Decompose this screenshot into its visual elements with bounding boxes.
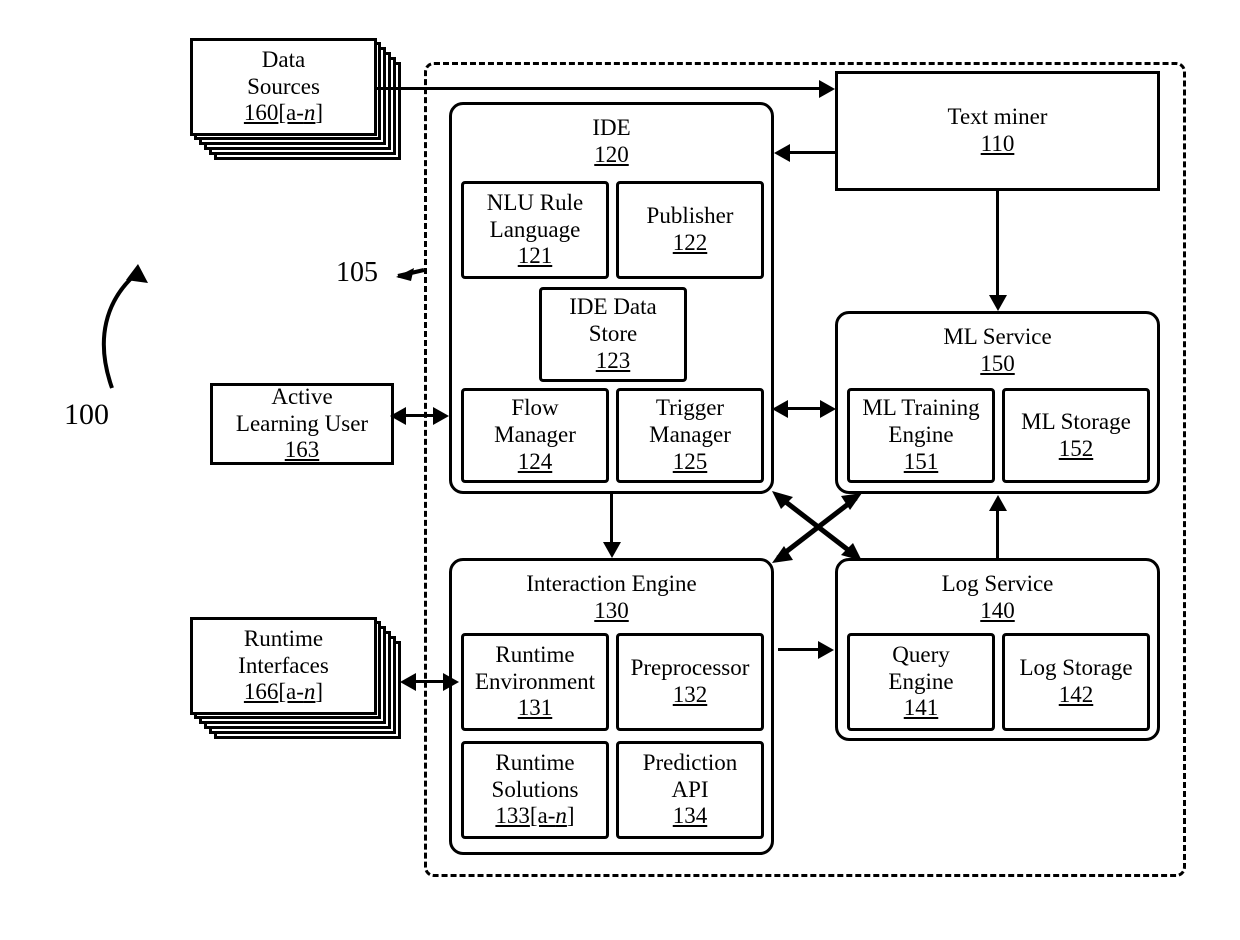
connector-text-miner-to-ml-service — [996, 191, 999, 297]
ide-data-store-ref: 123 — [595, 347, 631, 373]
ml-training-engine-title-line1: ML Training — [862, 395, 980, 421]
log-storage-box[interactable]: Log Storage 142 — [1002, 633, 1150, 731]
trigger-manager-title-line2: Manager — [649, 422, 731, 448]
publisher-title: Publisher — [646, 203, 734, 229]
nlu-rule-language-title-line2: Language — [489, 216, 581, 242]
trigger-manager-box[interactable]: Trigger Manager 125 — [616, 388, 764, 483]
connector-text-miner-to-ide — [790, 151, 837, 154]
arrowhead-left — [774, 143, 790, 162]
arrowhead-down — [602, 542, 621, 558]
active-learning-user-title-line2: Learning User — [235, 410, 369, 436]
runtime-environment-ref: 131 — [517, 695, 553, 721]
runtime-environment-title-line2: Environment — [474, 668, 596, 694]
prediction-api-box[interactable]: Prediction API 134 — [616, 741, 764, 839]
arrowhead-right — [819, 79, 835, 98]
active-learning-user-ref: 163 — [284, 437, 320, 463]
preprocessor-title: Preprocessor — [630, 655, 750, 681]
figure-canvas: 100 105 Data Sources 160[a-n] Active Lea… — [0, 0, 1240, 940]
ml-service-ref: 150 — [980, 350, 1015, 376]
runtime-environment-title-line1: Runtime — [495, 641, 575, 667]
text-miner-box[interactable]: Text miner 110 — [835, 71, 1160, 191]
arrowhead-left — [390, 406, 406, 425]
flow-manager-box[interactable]: Flow Manager 124 — [461, 388, 609, 483]
connector-data-sources-to-text-miner — [377, 87, 819, 90]
preprocessor-ref: 132 — [672, 682, 708, 707]
ml-storage-box[interactable]: ML Storage 152 — [1002, 388, 1150, 483]
arrowhead-right — [443, 672, 459, 691]
data-sources-title-line2: Sources — [247, 73, 320, 99]
ide-data-store-title-line1: IDE Data — [569, 294, 657, 320]
figure-label-105: 105 — [336, 257, 378, 288]
runtime-interfaces-box[interactable]: Runtime Interfaces 166[a-n] — [190, 617, 377, 715]
ide-title: IDE — [592, 115, 631, 140]
figure-label-100: 100 — [64, 398, 109, 431]
query-engine-title-line2: Engine — [888, 668, 954, 694]
nlu-rule-language-ref: 121 — [517, 243, 553, 269]
runtime-interfaces-ref: 166[a-n] — [243, 679, 324, 705]
ide-ref: 120 — [594, 141, 629, 167]
trigger-manager-title-line1: Trigger — [655, 395, 725, 421]
interaction-engine-title: Interaction Engine — [526, 571, 697, 596]
flow-manager-title-line2: Manager — [494, 422, 576, 448]
arrowhead-left — [772, 399, 788, 418]
data-sources-title-line1: Data — [261, 46, 306, 72]
flow-manager-ref: 124 — [517, 448, 553, 474]
connector-ide-to-interaction-engine — [610, 494, 613, 544]
nlu-rule-language-box[interactable]: NLU Rule Language 121 — [461, 181, 609, 279]
runtime-solutions-title-line2: Solutions — [491, 776, 579, 802]
text-miner-title: Text miner — [947, 104, 1048, 130]
arrowhead-down — [988, 295, 1007, 311]
prediction-api-title-line1: Prediction — [642, 749, 738, 775]
ml-training-engine-ref: 151 — [903, 448, 939, 474]
trigger-manager-ref: 125 — [672, 448, 708, 474]
log-service-ref: 140 — [980, 597, 1015, 623]
ml-training-engine-box[interactable]: ML Training Engine 151 — [847, 388, 995, 483]
arrowhead-left — [400, 672, 416, 691]
connector-interaction-engine-to-log-service — [778, 648, 820, 651]
log-service-title: Log Service — [941, 571, 1054, 596]
runtime-interfaces-title-line1: Runtime — [243, 625, 324, 651]
prediction-api-ref: 134 — [672, 803, 708, 829]
flow-manager-title-line1: Flow — [511, 395, 559, 421]
active-learning-user-box[interactable]: Active Learning User 163 — [210, 383, 394, 465]
runtime-solutions-box[interactable]: Runtime Solutions 133[a-n] — [461, 741, 609, 839]
arrowhead-right — [820, 399, 836, 418]
ml-storage-title: ML Storage — [1021, 408, 1131, 434]
ide-data-store-box[interactable]: IDE Data Store 123 — [539, 287, 687, 382]
data-sources-box[interactable]: Data Sources 160[a-n] — [190, 38, 377, 136]
preprocessor-box[interactable]: Preprocessor 132 — [616, 633, 764, 731]
connector-log-service-to-ml-service — [996, 503, 999, 558]
arrowhead-right — [433, 406, 449, 425]
arrowhead-up — [988, 495, 1007, 511]
ml-service-title: ML Service — [943, 324, 1052, 349]
ml-storage-ref: 152 — [1058, 435, 1094, 461]
publisher-ref: 122 — [672, 230, 708, 255]
runtime-environment-box[interactable]: Runtime Environment 131 — [461, 633, 609, 731]
text-miner-ref: 110 — [980, 131, 1015, 156]
runtime-solutions-title-line1: Runtime — [495, 749, 575, 775]
nlu-rule-language-title-line1: NLU Rule — [486, 189, 584, 215]
arrowhead-right — [818, 640, 834, 659]
ml-training-engine-title-line2: Engine — [888, 422, 954, 448]
publisher-box[interactable]: Publisher 122 — [616, 181, 764, 279]
runtime-solutions-ref: 133[a-n] — [495, 803, 575, 829]
query-engine-title-line1: Query — [892, 641, 950, 667]
ide-data-store-title-line2: Store — [588, 321, 638, 347]
prediction-api-title-line2: API — [671, 776, 709, 802]
data-sources-ref: 160[a-n] — [243, 100, 324, 126]
query-engine-ref: 141 — [903, 695, 939, 721]
data-sources-stack: Data Sources 160[a-n] — [190, 38, 406, 163]
runtime-interfaces-title-line2: Interfaces — [238, 652, 329, 678]
log-storage-ref: 142 — [1058, 682, 1094, 707]
log-storage-title: Log Storage — [1019, 655, 1133, 681]
active-learning-user-title-line1: Active — [271, 384, 333, 409]
interaction-engine-ref: 130 — [594, 597, 629, 623]
runtime-interfaces-stack: Runtime Interfaces 166[a-n] — [190, 617, 406, 742]
query-engine-box[interactable]: Query Engine 141 — [847, 633, 995, 731]
